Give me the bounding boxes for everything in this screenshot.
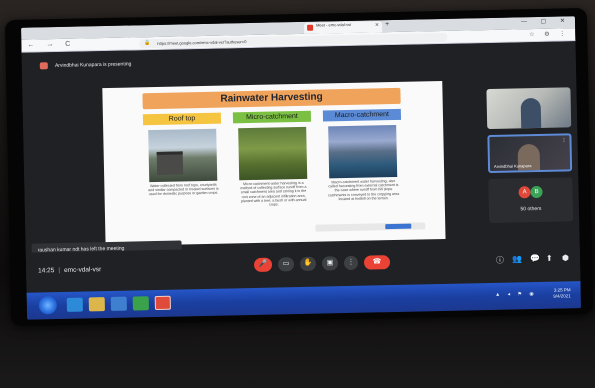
- url-text: https://meet.google.com/emc-vdal-vsr?aut…: [157, 39, 247, 46]
- presenter-text: Arvindbhai Kunapara is presenting: [54, 61, 132, 69]
- monitor-bezel: Meet - emc-vdal-vsr ✕ + — ▢ ✕ ← → C 🔒 ht…: [4, 7, 594, 327]
- avatar: B: [530, 185, 543, 199]
- more-options-icon[interactable]: ⋮: [561, 137, 566, 143]
- chrome-icon[interactable]: [132, 296, 149, 311]
- others-tile[interactable]: A B 50 others: [488, 177, 574, 224]
- column-heading: Macro-catchment: [322, 108, 402, 122]
- screen-share-control-bar: [315, 222, 426, 232]
- clock-date: 9/4/2021: [553, 293, 571, 299]
- presenting-icon: [39, 62, 48, 70]
- raise-hand-button[interactable]: ✋: [299, 256, 317, 271]
- participant-tile-active[interactable]: ⋮ Arvindbhai Kunapara: [487, 133, 573, 174]
- participant-tile[interactable]: [486, 87, 572, 130]
- present-icon: ▣: [326, 259, 334, 267]
- tab-title: Meet - emc-vdal-vsr: [315, 21, 352, 28]
- more-options-button[interactable]: ⋮: [343, 255, 359, 271]
- others-count: 50 others: [520, 205, 542, 213]
- window-controls[interactable]: — ▢ ✕: [521, 17, 571, 25]
- meeting-details: 14:25 | emc-vdal-vsr: [38, 266, 101, 274]
- windows-start-icon[interactable]: [38, 296, 58, 315]
- participant-name: Arvindbhai Kunapara: [493, 163, 532, 169]
- system-tray-icons[interactable]: ▲ ◂ ⚑ ◉: [495, 291, 537, 298]
- activities-icon[interactable]: ⬆: [546, 254, 553, 263]
- column-description: Macro-catchment water harvesting, also c…: [327, 178, 400, 201]
- macro-catchment-photo: [328, 124, 398, 179]
- stop-sharing-button[interactable]: [385, 223, 412, 230]
- media-player-icon[interactable]: [110, 296, 127, 311]
- roof-top-photo: [148, 128, 218, 183]
- host-controls-icon[interactable]: ⬢: [562, 253, 569, 262]
- meet-favicon-icon: [307, 24, 314, 31]
- presenter-banner: Arvindbhai Kunapara is presenting: [39, 60, 132, 70]
- meeting-code: emc-vdal-vsr: [64, 266, 102, 274]
- meeting-time: 14:25: [38, 267, 55, 275]
- leave-call-button[interactable]: ☎: [363, 255, 391, 270]
- column-heading: Micro-catchment: [232, 110, 312, 124]
- toolbar-icons[interactable]: ☆ ⚙ ⋮: [529, 30, 569, 38]
- shared-slide: Rainwater Harvesting Roof top Water coll…: [102, 80, 446, 247]
- close-tab-icon[interactable]: ✕: [375, 22, 379, 28]
- hand-icon: ✋: [303, 259, 313, 267]
- app-icon-active[interactable]: [154, 295, 171, 311]
- camera-toggle-button[interactable]: ▭: [277, 257, 295, 272]
- mic-toggle-button[interactable]: 🎤: [253, 257, 273, 272]
- column-heading: Roof top: [142, 112, 222, 126]
- navigation-buttons[interactable]: ← → C: [27, 41, 75, 49]
- people-icon[interactable]: 👥: [512, 254, 522, 263]
- camera-icon: ▭: [282, 260, 290, 268]
- new-tab-button[interactable]: +: [385, 21, 389, 28]
- avatar: A: [518, 186, 531, 199]
- photo-background: Meet - emc-vdal-vsr ✕ + — ▢ ✕ ← → C 🔒 ht…: [0, 0, 595, 388]
- phone-hangup-icon: ☎: [372, 258, 382, 266]
- more-vert-icon: ⋮: [347, 258, 355, 267]
- column-roof-top: Roof top Water collected from roof tops,…: [142, 112, 223, 197]
- present-button[interactable]: ▣: [321, 256, 339, 271]
- chat-icon[interactable]: 💬: [530, 254, 540, 263]
- microphone-off-icon: 🎤: [258, 260, 268, 268]
- column-description: Micro-catchment water harvesting is a me…: [240, 180, 307, 207]
- micro-catchment-photo: [238, 126, 308, 181]
- file-explorer-icon[interactable]: [88, 297, 105, 312]
- taskbar-clock[interactable]: 3:25 PM 9/4/2021: [553, 287, 571, 299]
- column-micro-catchment: Micro-catchment Micro-catchment water ha…: [232, 110, 313, 208]
- screen: Meet - emc-vdal-vsr ✕ + — ▢ ✕ ← → C 🔒 ht…: [21, 16, 582, 320]
- lock-icon: 🔒: [144, 40, 151, 47]
- column-macro-catchment: Macro-catchment Macro-catchment water ha…: [322, 108, 403, 202]
- column-description: Water collected from roof tops, courtyar…: [148, 182, 219, 197]
- internet-explorer-icon[interactable]: [66, 297, 83, 312]
- info-icon[interactable]: ⓘ: [496, 255, 504, 266]
- slide-title: Rainwater Harvesting: [142, 87, 401, 110]
- separator: |: [58, 267, 61, 275]
